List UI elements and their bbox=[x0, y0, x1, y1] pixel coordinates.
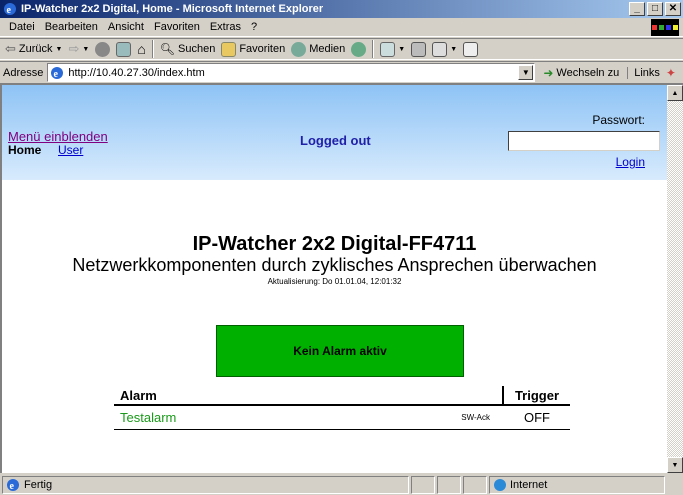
svg-text:e: e bbox=[54, 69, 59, 80]
password-input[interactable] bbox=[508, 131, 660, 151]
menu-extras[interactable]: Extras bbox=[205, 21, 246, 33]
windows-logo-icon bbox=[651, 19, 679, 36]
chevron-down-icon: ▼ bbox=[55, 45, 63, 53]
alarm-column-header: Alarm bbox=[114, 386, 504, 404]
svg-text:e: e bbox=[10, 481, 15, 492]
home-icon: ⌂ bbox=[137, 41, 146, 57]
media-button[interactable]: Medien bbox=[288, 39, 348, 59]
print-button[interactable] bbox=[408, 39, 429, 59]
page-icon: e bbox=[51, 66, 64, 80]
show-menu-link[interactable]: Menü einblenden bbox=[8, 129, 108, 144]
mail-icon bbox=[380, 41, 396, 57]
search-button[interactable]: 🔍︎ Suchen bbox=[157, 39, 219, 59]
ie-logo-icon: e bbox=[4, 3, 16, 16]
go-label: Wechseln zu bbox=[556, 66, 620, 79]
trigger-column-header: Trigger bbox=[514, 388, 560, 403]
history-button[interactable] bbox=[348, 39, 369, 59]
menu-help[interactable]: ? bbox=[246, 21, 262, 33]
alarm-name: Testalarm bbox=[120, 410, 177, 425]
device-title: IP-Watcher 2x2 Digital-FF4711 bbox=[192, 233, 477, 255]
search-label: Suchen bbox=[178, 43, 216, 55]
status-pane bbox=[437, 476, 461, 494]
vertical-scrollbar[interactable]: ▲ ▼ bbox=[667, 85, 683, 473]
edit-button[interactable]: ▼ bbox=[429, 39, 460, 59]
update-timestamp: Aktualisierung: Do 01.01.04, 12:01:32 bbox=[267, 277, 402, 286]
maximize-button[interactable]: □ bbox=[647, 2, 663, 16]
globe-icon bbox=[494, 479, 506, 491]
chevron-down-icon: ▼ bbox=[82, 45, 90, 53]
stop-icon bbox=[95, 41, 111, 57]
stop-button[interactable] bbox=[92, 39, 113, 59]
favorites-button[interactable]: Favoriten bbox=[218, 39, 288, 59]
media-icon bbox=[291, 41, 307, 57]
scroll-down-button[interactable]: ▼ bbox=[667, 457, 683, 473]
address-url: http://10.40.27.30/index.htm bbox=[68, 66, 205, 79]
chevron-down-icon: ▼ bbox=[450, 45, 458, 53]
svg-text:e: e bbox=[7, 5, 12, 16]
address-dropdown-button[interactable]: ▼ bbox=[518, 65, 534, 80]
sw-ack-label: SW-Ack bbox=[461, 413, 490, 422]
trigger-state: OFF bbox=[524, 410, 550, 425]
status-text: Fertig bbox=[24, 479, 53, 491]
window-title-bar: e IP-Watcher 2x2 Digital, Home - Microso… bbox=[0, 0, 683, 18]
window-title: IP-Watcher 2x2 Digital, Home - Microsoft… bbox=[21, 3, 324, 15]
alarm-table: Alarm Trigger Testalarm SW-Ack OFF bbox=[114, 386, 570, 430]
table-row: Testalarm SW-Ack OFF bbox=[114, 406, 570, 430]
page-icon: e bbox=[7, 479, 19, 492]
search-icon: 🔍︎ bbox=[159, 42, 176, 56]
forward-button[interactable]: ⇨ ▼ bbox=[65, 39, 92, 59]
password-label: Passwort: bbox=[592, 113, 645, 127]
status-main-pane: e Fertig bbox=[2, 476, 409, 494]
go-arrow-icon: ➜ bbox=[543, 65, 554, 80]
standard-toolbar: ⇦ Zurück ▼ ⇨ ▼ ⌂ 🔍︎ Suchen Favoriten Med… bbox=[0, 38, 683, 60]
chevron-down-icon: ▼ bbox=[398, 45, 406, 53]
history-icon bbox=[351, 41, 367, 57]
device-subtitle: Netzwerkkomponenten durch zyklisches Ans… bbox=[72, 255, 597, 275]
login-status: Logged out bbox=[300, 133, 371, 148]
minimize-button[interactable]: _ bbox=[629, 2, 645, 16]
address-input[interactable]: e http://10.40.27.30/index.htm ▼ bbox=[47, 63, 536, 82]
favorites-icon bbox=[221, 41, 237, 57]
status-pane bbox=[463, 476, 487, 494]
discuss-button[interactable] bbox=[460, 39, 481, 59]
discuss-icon bbox=[463, 41, 479, 57]
page-viewport: Menü einblenden Home User Logged out Pas… bbox=[0, 83, 683, 473]
edit-icon bbox=[432, 41, 448, 57]
refresh-button[interactable] bbox=[113, 39, 134, 59]
status-bar: e Fertig Internet bbox=[0, 475, 683, 495]
alarm-table-header: Alarm Trigger bbox=[114, 386, 570, 406]
refresh-icon bbox=[116, 41, 132, 57]
print-icon bbox=[411, 41, 427, 57]
status-pane bbox=[411, 476, 435, 494]
forward-arrow-icon: ⇨ bbox=[68, 41, 80, 56]
menu-bearbeiten[interactable]: Bearbeiten bbox=[40, 21, 103, 33]
scroll-up-button[interactable]: ▲ bbox=[667, 85, 683, 101]
menu-favoriten[interactable]: Favoriten bbox=[149, 21, 205, 33]
mail-button[interactable]: ▼ bbox=[377, 39, 408, 59]
menu-datei[interactable]: Datei bbox=[4, 21, 40, 33]
links-button[interactable]: Links bbox=[627, 66, 660, 79]
address-bar: Adresse e http://10.40.27.30/index.htm ▼… bbox=[0, 61, 683, 83]
home-button[interactable]: ⌂ bbox=[134, 39, 148, 59]
favorites-label: Favoriten bbox=[239, 43, 286, 55]
toolbar-extra-icon[interactable]: ✦ bbox=[666, 66, 676, 80]
home-label: Home bbox=[8, 143, 42, 157]
go-button[interactable]: ➜ Wechseln zu bbox=[543, 66, 619, 80]
back-label: Zurück bbox=[18, 43, 53, 55]
media-label: Medien bbox=[309, 43, 346, 55]
login-link[interactable]: Login bbox=[616, 155, 645, 169]
menu-ansicht[interactable]: Ansicht bbox=[103, 21, 149, 33]
close-button[interactable]: ✕ bbox=[665, 2, 681, 16]
zone-label: Internet bbox=[510, 479, 548, 491]
page-header: Menü einblenden Home User Logged out Pas… bbox=[2, 85, 667, 180]
user-link[interactable]: User bbox=[58, 143, 83, 157]
alarm-status-box: Kein Alarm aktiv bbox=[216, 325, 464, 377]
back-button[interactable]: ⇦ Zurück ▼ bbox=[2, 39, 65, 59]
address-label: Adresse bbox=[3, 66, 44, 79]
back-arrow-icon: ⇦ bbox=[5, 41, 16, 56]
menu-bar: Datei Bearbeiten Ansicht Favoriten Extra… bbox=[0, 18, 683, 37]
security-zone-pane: Internet bbox=[489, 476, 665, 494]
